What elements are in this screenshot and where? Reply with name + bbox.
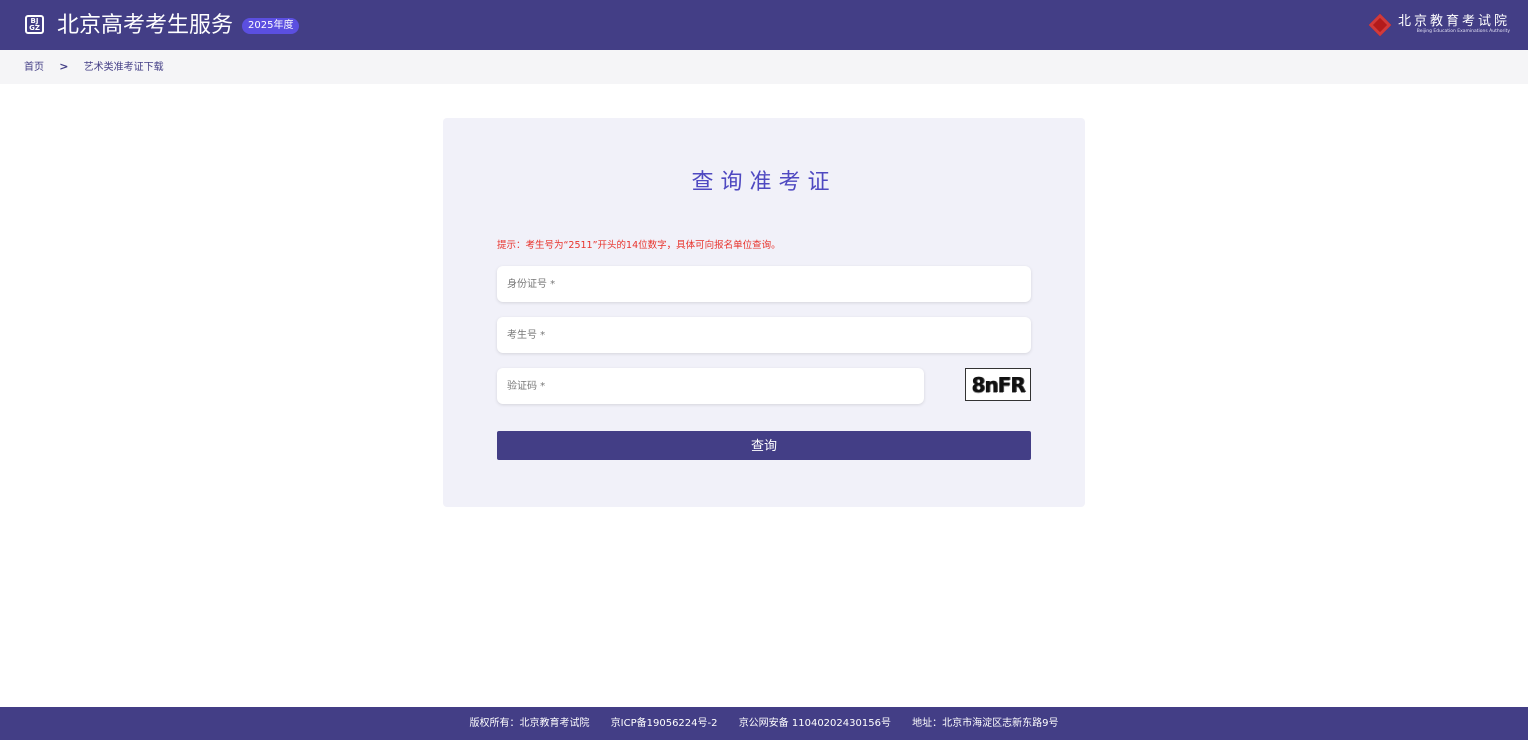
page-title: 查询准考证	[691, 170, 837, 195]
form-hint: 提示：考生号为“2511”开头的14位数字，具体可向报名单位查询。	[497, 240, 781, 251]
org-emblem-icon	[1368, 13, 1392, 37]
org-name: 北京教育考试院 Beijing Education Examinations A…	[1398, 15, 1510, 35]
footer-copyright: 版权所有：北京教育考试院	[469, 718, 590, 729]
org-logo[interactable]: 北京教育考试院 Beijing Education Examinations A…	[1368, 12, 1510, 38]
footer: 版权所有：北京教育考试院 京ICP备19056224号-2 京公网安备 1104…	[0, 707, 1528, 740]
site-title[interactable]: 北京高考考生服务	[57, 12, 233, 40]
breadcrumb-current: 艺术类准考证下载	[83, 62, 164, 73]
captcha-field[interactable]	[497, 368, 924, 404]
org-name-en: Beijing Education Examinations Authority	[1416, 29, 1510, 34]
footer-address: 地址：北京市海淀区志新东路9号	[912, 718, 1059, 729]
captcha-image[interactable]: 8nFR	[965, 368, 1031, 401]
logo-text-bottom: GZ	[29, 23, 40, 32]
org-name-cn: 北京教育考试院	[1397, 14, 1510, 29]
breadcrumb-home-link[interactable]: 首页	[24, 62, 44, 73]
id-card-field[interactable]	[497, 266, 1031, 302]
query-button[interactable]: 查询	[497, 431, 1031, 460]
footer-icp[interactable]: 京ICP备19056224号-2	[611, 718, 718, 729]
top-header: BJ GZ 北京高考考生服务 2025年度 北京教育考试院 Beijing Ed…	[0, 0, 1528, 50]
chevron-right-icon: >	[59, 60, 69, 73]
breadcrumb: 首页 > 艺术类准考证下载	[0, 50, 1528, 84]
id-card-input[interactable]	[497, 266, 1031, 302]
footer-police-record[interactable]: 京公网安备 11040202430156号	[739, 718, 891, 729]
year-badge: 2025年度	[242, 18, 300, 34]
site-logo-icon[interactable]: BJ GZ	[25, 15, 44, 34]
exam-number-input[interactable]	[497, 317, 1031, 353]
captcha-input[interactable]	[497, 368, 924, 404]
exam-number-field[interactable]	[497, 317, 1031, 353]
